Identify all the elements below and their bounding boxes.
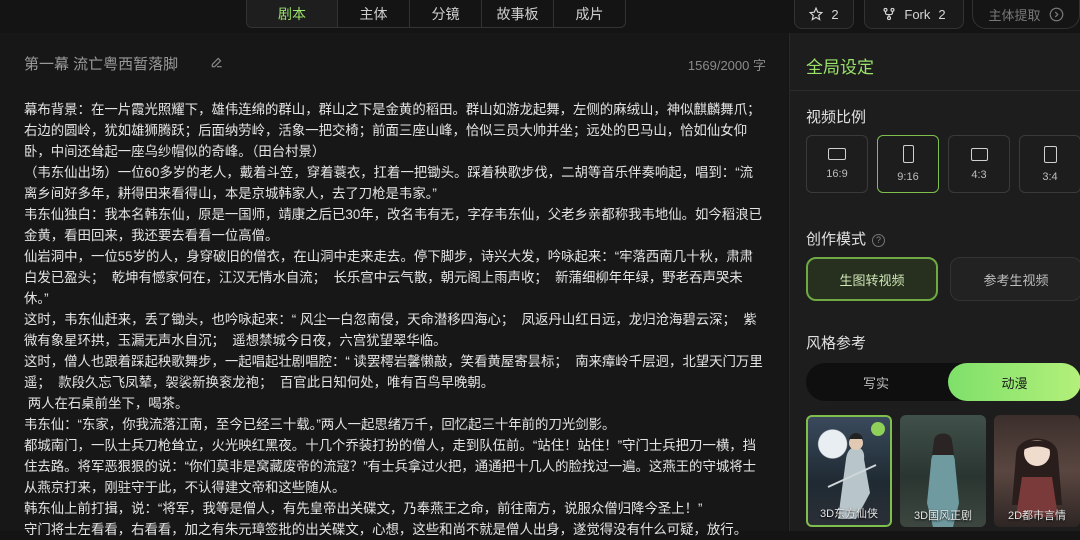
arrow-right-circle-icon (1049, 7, 1063, 21)
script-paragraph: 仙岩洞中，一位55岁的人，身穿破旧的僧衣，在山洞中走来走去。停下脚步，诗兴大发，… (24, 249, 754, 306)
edit-icon[interactable] (210, 55, 224, 74)
panel-title: 全局设定 (806, 58, 874, 77)
extract-subject-button[interactable]: 主体提取 (972, 0, 1080, 29)
mode-image-to-video[interactable]: 生图转视频 (806, 257, 938, 301)
view-tabs: 剧本 主体 分镜 故事板 成片 (246, 0, 626, 28)
style-thumb-2d-urban[interactable]: 2D都市言情 (994, 415, 1080, 527)
portrait-icon (902, 145, 914, 163)
tab-script[interactable]: 剧本 (247, 0, 337, 27)
panel-divider (790, 90, 1080, 91)
landscape-icon (828, 148, 846, 160)
script-paragraph: 都城南门，一队士兵刀枪耸立，火光映红黑夜。十几个乔装打扮的僧人，走到队伍前。“站… (24, 438, 757, 495)
style-thumb-3d-xianxia[interactable]: 3D东方仙侠 (806, 415, 892, 527)
style-section-title: 风格参考 (806, 335, 867, 352)
landscape-icon (970, 147, 988, 161)
mode-section-title: 创作模式? (806, 228, 886, 249)
script-paragraph: 这时，僧人也跟着踩起秧歌舞步，一起唱起壮剧唱腔：“ 读罢樗岩馨懒敲，笑看黄屋寄昙… (24, 354, 763, 390)
star-icon (809, 7, 824, 21)
ratio-3-4[interactable]: 3:4 (1019, 135, 1080, 193)
scene-title: 第一幕 流亡粤西暂落脚 (24, 56, 179, 73)
help-icon[interactable]: ? (872, 234, 886, 247)
tab-storyboard-shots[interactable]: 分镜 (409, 0, 481, 27)
editor-header: 第一幕 流亡粤西暂落脚 1569/2000 字 (24, 53, 766, 75)
style-thumb-3d-guofeng[interactable]: 3D国风正剧 (900, 415, 986, 527)
tab-final-video[interactable]: 成片 (553, 0, 625, 27)
fork-button[interactable]: Fork 2 (864, 0, 964, 29)
script-paragraph: 守门将士左看看，右看看，加之有朱元璋签批的出关碟文，心想，这些和尚不就是僧人出身… (24, 522, 748, 537)
style-thumbnails: 3D东方仙侠 3D国风正剧 2D都市言情 (806, 415, 1080, 527)
style-toggle: 写实 动漫 (806, 363, 1080, 401)
ratio-4-3[interactable]: 4:3 (948, 135, 1010, 193)
script-paragraph: 这时，韦东仙赶来，丢了锄头，也吟咏起来：“ 风尘一白忽南侵，天命潜移四海心； 凤… (24, 312, 757, 348)
tab-subject[interactable]: 主体 (337, 0, 409, 27)
portrait-icon (1043, 145, 1057, 163)
fork-icon (883, 7, 895, 21)
script-editor: 第一幕 流亡粤西暂落脚 1569/2000 字 幕布背景：在一片霞光照耀下，雄伟… (0, 33, 788, 537)
extract-label: 主体提取 (988, 7, 1041, 23)
script-paragraph: 韦东仙：“东家，你我流落江南，至今已经三十载。”两人一起思绪万千，回忆起三十年前… (24, 417, 616, 432)
script-text-area[interactable]: 幕布背景：在一片霞光照耀下，雄伟连绵的群山，群山之下是金黄的稻田。群山如游龙起舞… (24, 99, 764, 540)
style-realistic[interactable]: 写实 (806, 363, 946, 401)
script-paragraph: （韦东仙出场）一位60多岁的老人，戴着斗笠，穿着蓑衣，扛着一把锄头。踩着秧歌步伐… (24, 165, 754, 201)
thumb-caption: 3D东方仙侠 (819, 508, 879, 520)
top-bar: 剧本 主体 分镜 故事板 成片 2 Fork 2 主体提取 (0, 0, 1080, 33)
mode-reference-video[interactable]: 参考生视频 (950, 257, 1080, 301)
check-icon (871, 422, 885, 436)
script-paragraph: 幕布背景：在一片霞光照耀下，雄伟连绵的群山，群山之下是金黄的稻田。群山如游龙起舞… (24, 102, 761, 159)
ratio-options: 16:9 9:16 4:3 3:4 (806, 135, 1080, 193)
script-paragraph: 两人在石桌前坐下，喝茶。 (24, 396, 189, 411)
script-paragraph: 韦东仙独白：我本名韩东仙，原是一国师，靖康之后已30年，改名韦有无，字存韦东仙，… (24, 207, 762, 243)
fork-label: Fork (904, 6, 931, 22)
ratio-label: 9:16 (897, 171, 919, 183)
char-count: 1569/2000 字 (687, 58, 766, 73)
ratio-label: 4:3 (971, 168, 987, 181)
mode-title-text: 创作模式 (806, 231, 867, 248)
ratio-16-9[interactable]: 16:9 (806, 135, 868, 193)
script-paragraph: 韩东仙上前打揖，说：“将军，我等是僧人，有先皇帝出关碟文，乃奉燕王之命，前往南方… (24, 501, 703, 516)
thumb-caption: 3D国风正剧 (913, 510, 973, 522)
star-count: 2 (831, 6, 839, 22)
style-anime[interactable]: 动漫 (948, 363, 1080, 401)
fork-count: 2 (938, 6, 946, 22)
ratio-label: 16:9 (826, 168, 848, 180)
ratio-section-title: 视频比例 (806, 109, 867, 126)
ratio-9-16[interactable]: 9:16 (877, 135, 939, 193)
ratio-label: 3:4 (1042, 170, 1058, 183)
tab-storyboard[interactable]: 故事板 (481, 0, 553, 27)
thumb-caption: 2D都市言情 (1007, 510, 1067, 522)
global-settings-panel: 全局设定 视频比例 16:9 9:16 4:3 3:4 创作模式? 生图转视频 … (789, 33, 1080, 531)
star-button[interactable]: 2 (794, 0, 854, 29)
